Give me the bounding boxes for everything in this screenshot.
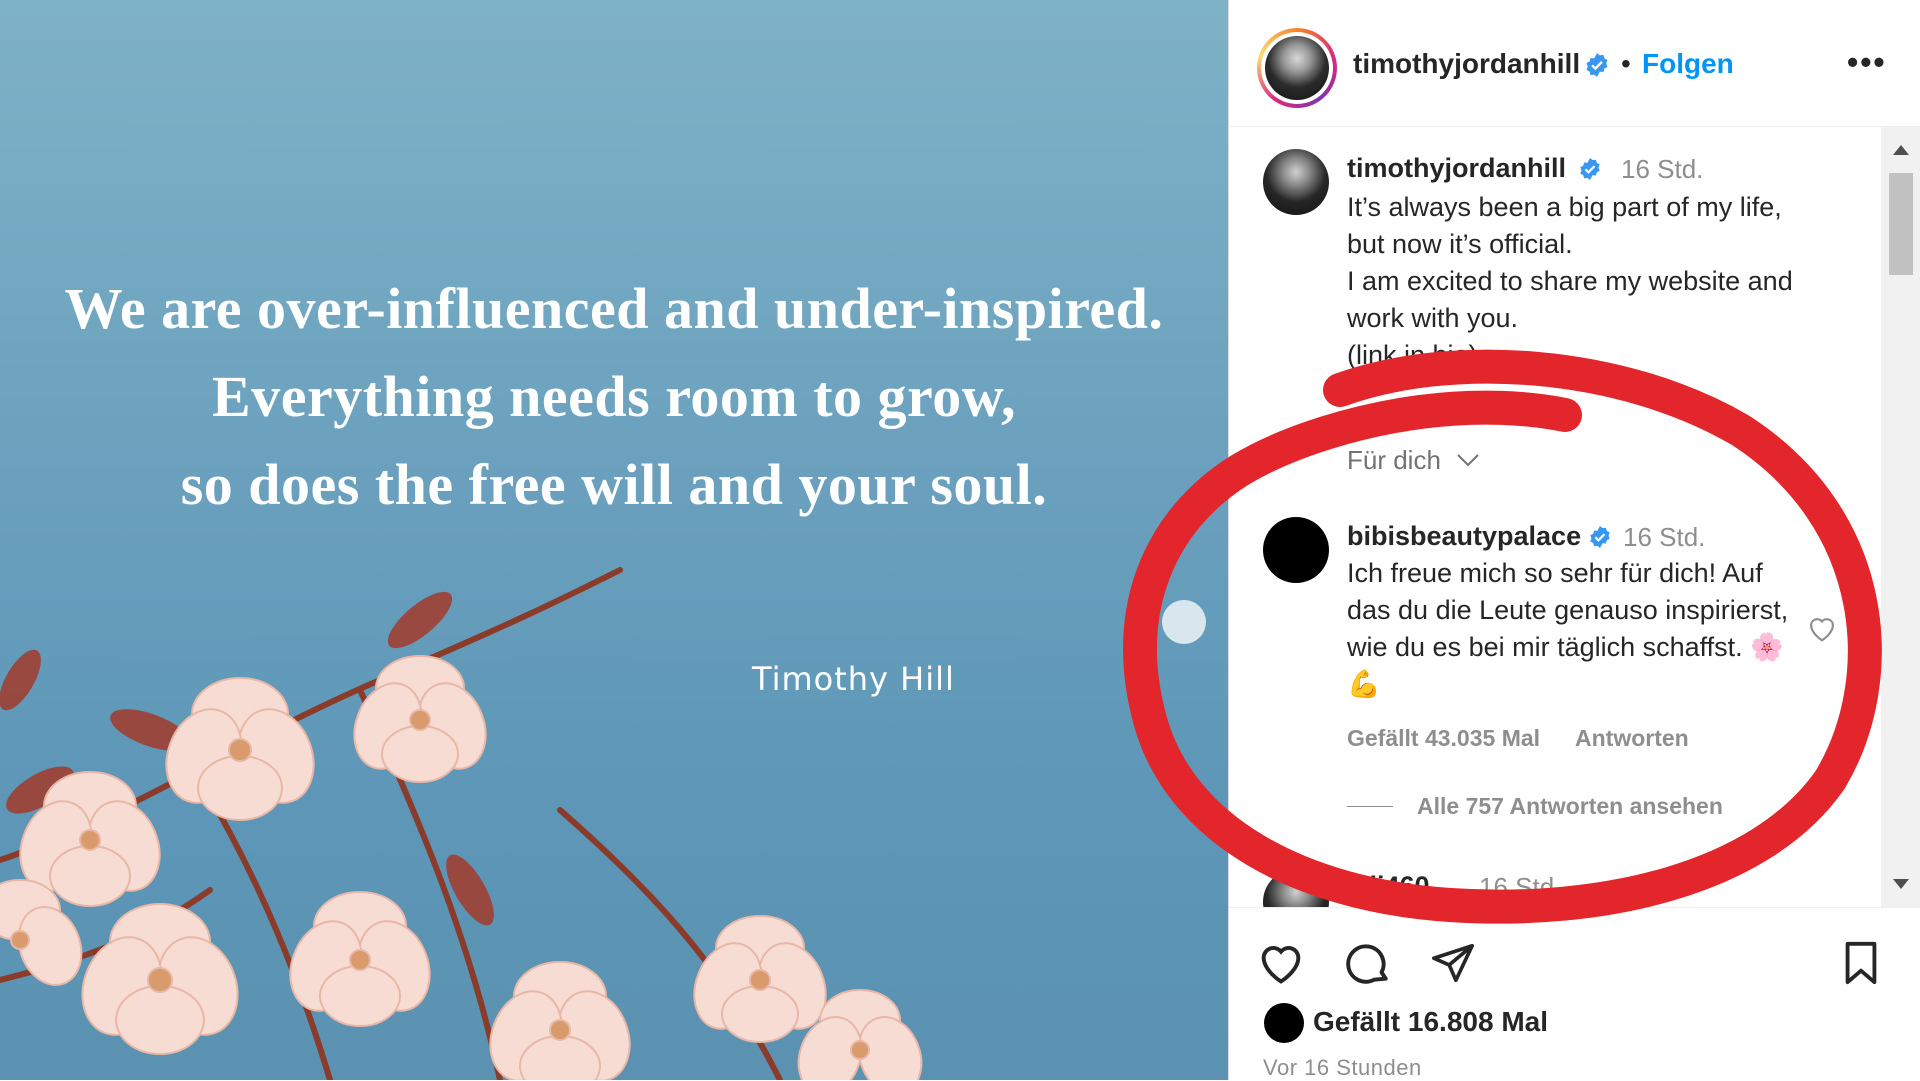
quote-line-3: so does the free will and your soul. bbox=[180, 452, 1048, 517]
caption-line: (link in bio) bbox=[1347, 340, 1478, 370]
quote-line-2: Everything needs room to grow, bbox=[212, 364, 1016, 429]
scrollbar[interactable] bbox=[1881, 127, 1920, 907]
post-header: timothyjordanhill • Folgen ••• bbox=[1229, 0, 1920, 127]
liker-avatar[interactable] bbox=[1264, 1003, 1304, 1043]
replies-divider bbox=[1347, 806, 1393, 807]
quote-line-1: We are over-influenced and under-inspire… bbox=[64, 276, 1164, 341]
reply-button[interactable]: Antworten bbox=[1575, 725, 1689, 752]
next-media-button[interactable] bbox=[1162, 600, 1206, 644]
comment-bubble-icon[interactable] bbox=[1343, 938, 1393, 988]
caption-line: I am excited to share my website and bbox=[1347, 266, 1793, 296]
caption-line: work with you. bbox=[1347, 303, 1519, 333]
scrollbar-thumb[interactable] bbox=[1889, 173, 1913, 275]
view-replies-button[interactable]: Alle 757 Antworten ansehen bbox=[1417, 793, 1723, 820]
scroll-up-icon[interactable] bbox=[1893, 145, 1909, 155]
verified-badge-icon bbox=[1590, 526, 1610, 548]
caption-username[interactable]: timothyjordanhill bbox=[1347, 153, 1566, 184]
author-username[interactable]: timothyjordanhill bbox=[1353, 48, 1580, 80]
post-likes-count[interactable]: Gefällt 16.808 Mal bbox=[1313, 1006, 1548, 1038]
comment-time: 16 Std. bbox=[1623, 522, 1706, 552]
chevron-down-icon bbox=[1457, 454, 1479, 467]
translate-link[interactable]: Für dich bbox=[1347, 445, 1441, 476]
comment-username[interactable]: bibisbeautypalace bbox=[1347, 521, 1581, 552]
caption-line: It’s always been a big part of my life, bbox=[1347, 192, 1782, 222]
caption-text: It’s always been a big part of my life, … bbox=[1347, 189, 1817, 374]
comment-text: Ich freue mich so sehr für dich! Auf das… bbox=[1347, 558, 1789, 699]
heart-icon[interactable] bbox=[1805, 613, 1839, 643]
header-separator: • bbox=[1621, 48, 1631, 79]
follow-button[interactable]: Folgen bbox=[1642, 48, 1734, 80]
blossom-branch-illustration bbox=[0, 567, 923, 1080]
post-image: We are over-influenced and under-inspire… bbox=[0, 0, 1228, 1080]
caption-avatar[interactable] bbox=[1263, 149, 1329, 215]
caption-time: 16 Std. bbox=[1621, 154, 1704, 184]
comments-panel: timothyjordanhill • Folgen ••• timothyjo… bbox=[1228, 0, 1920, 1081]
comment-avatar[interactable] bbox=[1263, 869, 1329, 907]
author-avatar[interactable] bbox=[1257, 28, 1337, 108]
like-heart-icon[interactable] bbox=[1255, 938, 1307, 986]
comment-likes[interactable]: Gefällt 43.035 Mal bbox=[1347, 725, 1540, 752]
comment-username[interactable]: ...li460 bbox=[1347, 871, 1430, 902]
comment-time: 16 Std. bbox=[1479, 872, 1562, 902]
bookmark-icon[interactable] bbox=[1841, 940, 1881, 986]
comment-avatar[interactable] bbox=[1263, 517, 1329, 583]
scroll-down-icon[interactable] bbox=[1893, 879, 1909, 889]
more-options-icon[interactable]: ••• bbox=[1847, 44, 1887, 81]
post-quote: We are over-influenced and under-inspire… bbox=[0, 265, 1228, 529]
comments-list[interactable]: timothyjordanhill 16 Std. It’s always be… bbox=[1229, 127, 1920, 907]
post-timestamp: Vor 16 Stunden bbox=[1263, 1055, 1422, 1080]
share-send-icon[interactable] bbox=[1429, 940, 1477, 986]
caption-line: but now it’s official. bbox=[1347, 229, 1573, 259]
verified-badge-icon bbox=[1586, 53, 1608, 77]
verified-badge-icon bbox=[1580, 158, 1600, 180]
post-actions: Gefällt 16.808 Mal Vor 16 Stunden bbox=[1229, 907, 1920, 1081]
